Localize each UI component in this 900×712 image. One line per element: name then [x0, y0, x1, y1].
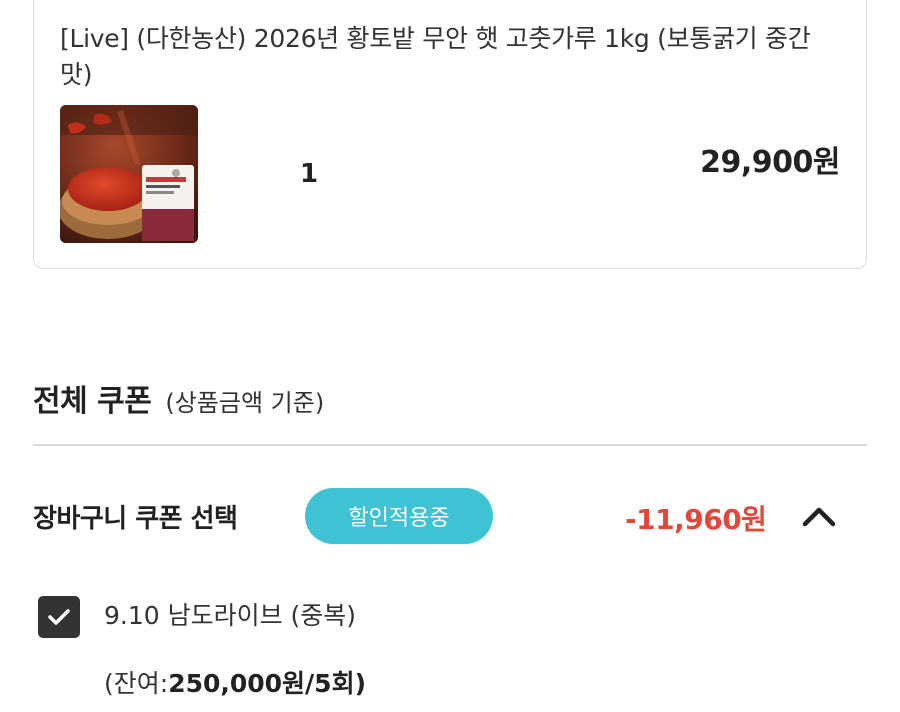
remaining-value: 250,000원/5회)	[168, 669, 367, 698]
discount-amount: -11,960원	[625, 503, 767, 536]
product-card[interactable]: [Live] (다한농산) 2026년 황토밭 무안 햇 고춧가루 1kg (보…	[33, 0, 867, 269]
coupon-remaining: (잔여:250,000원/5회)	[104, 664, 366, 700]
coupon-section-subtitle: (상품금액 기준)	[165, 389, 325, 417]
coupon-checkbox[interactable]	[38, 596, 80, 638]
check-icon	[48, 609, 70, 625]
cart-coupon-row[interactable]: 장바구니 쿠폰 선택 할인적용중 -11,960원	[33, 488, 867, 544]
coupon-section-title: 전체 쿠폰	[33, 384, 152, 419]
discount-applied-badge: 할인적용중	[305, 488, 493, 544]
chevron-up-icon[interactable]	[799, 498, 839, 534]
product-quantity: 1	[300, 159, 319, 189]
product-title[interactable]: [Live] (다한농산) 2026년 황토밭 무안 햇 고춧가루 1kg (보…	[60, 21, 840, 93]
section-divider	[33, 444, 867, 446]
product-thumbnail[interactable]	[60, 105, 198, 243]
remaining-prefix: (잔여:	[104, 669, 169, 698]
cart-coupon-label: 장바구니 쿠폰 선택	[33, 504, 238, 534]
cart-page: [Live] (다한농산) 2026년 황토밭 무안 햇 고춧가루 1kg (보…	[0, 0, 900, 712]
coupon-section-header: 전체 쿠폰 (상품금액 기준)	[33, 376, 324, 420]
product-price: 29,900원	[700, 145, 840, 180]
coupon-name: 9.10 남도라이브 (중복)	[104, 601, 357, 630]
